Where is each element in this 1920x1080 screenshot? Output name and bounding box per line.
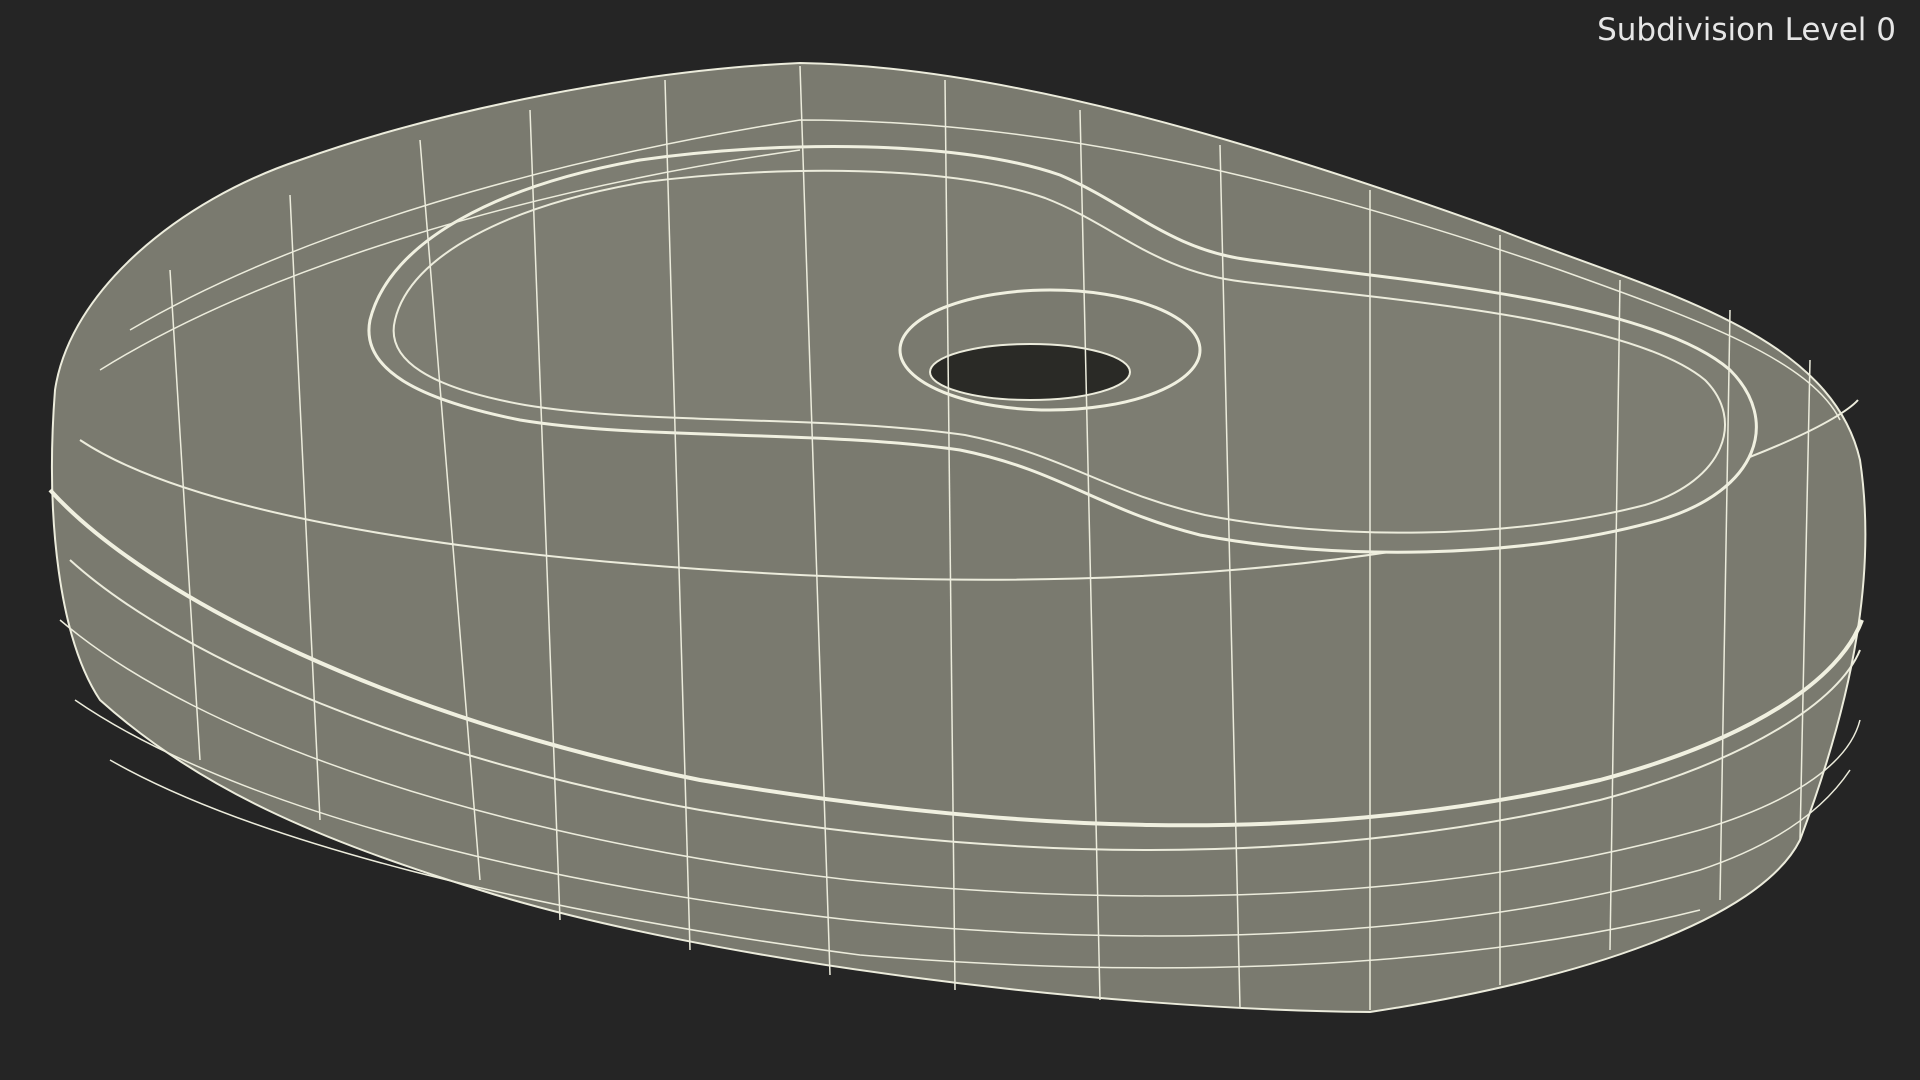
wireframe-model (48, 61, 1867, 1014)
drain-hole-opening (929, 343, 1131, 401)
subdivision-level-label: Subdivision Level 0 (1597, 12, 1896, 48)
render-viewport: Subdivision Level 0 (0, 0, 1920, 1080)
